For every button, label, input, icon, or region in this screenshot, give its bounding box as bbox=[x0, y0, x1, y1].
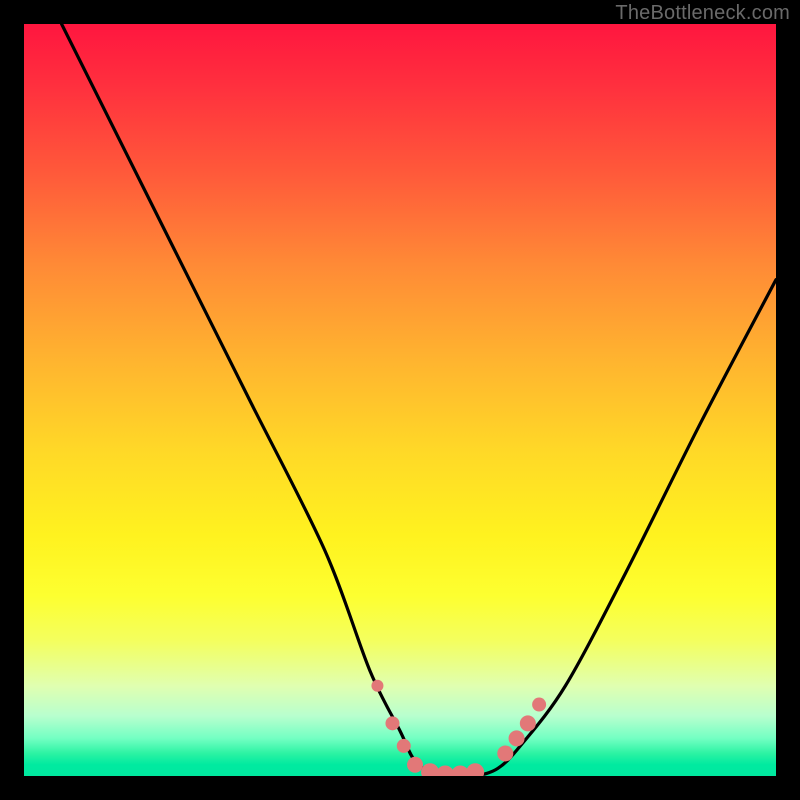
chart-svg-layer bbox=[24, 24, 776, 776]
curve-marker bbox=[397, 739, 411, 753]
curve-marker bbox=[509, 730, 525, 746]
curve-markers bbox=[371, 680, 546, 776]
curve-marker bbox=[532, 698, 546, 712]
curve-marker bbox=[371, 680, 383, 692]
watermark-text: TheBottleneck.com bbox=[615, 2, 790, 25]
curve-marker bbox=[385, 716, 399, 730]
curve-marker bbox=[466, 763, 484, 776]
chart-plot-area bbox=[24, 24, 776, 776]
curve-marker bbox=[407, 757, 423, 773]
curve-marker bbox=[520, 715, 536, 731]
curve-marker bbox=[497, 745, 513, 761]
bottleneck-curve-line bbox=[62, 24, 776, 776]
